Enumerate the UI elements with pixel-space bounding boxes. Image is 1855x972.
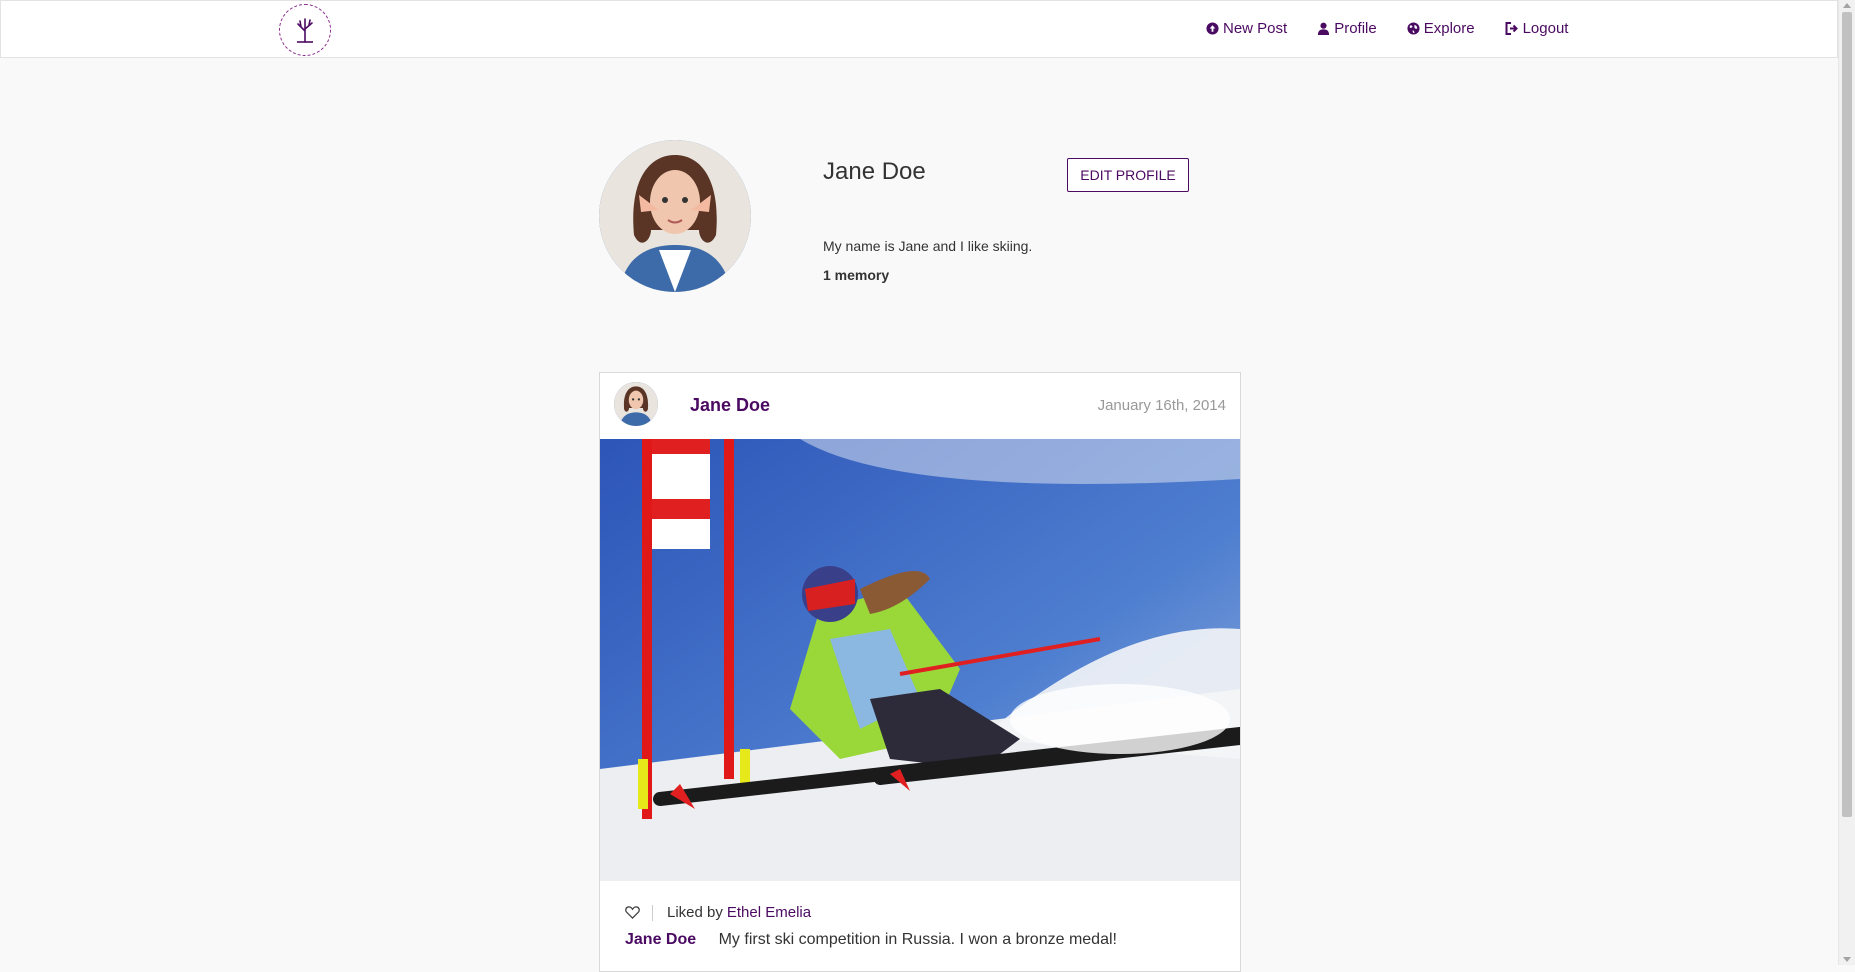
scrollbar-thumb[interactable] (1842, 12, 1852, 817)
post-header: Jane Doe January 16th, 2014 (600, 373, 1240, 440)
profile-avatar (599, 140, 751, 292)
likes-divider (652, 904, 653, 921)
caption-text: My first ski competition in Russia. I wo… (718, 931, 1117, 948)
liked-by-label: Liked by (667, 904, 723, 921)
tree-logo-icon[interactable] (279, 4, 331, 56)
nav-logout[interactable]: Logout (1505, 20, 1569, 37)
scroll-down-arrow-icon[interactable] (1843, 957, 1851, 962)
scroll-up-arrow-icon[interactable] (1843, 3, 1851, 8)
nav-profile-label: Profile (1334, 20, 1377, 37)
profile-bio: My name is Jane and I like skiing. (823, 238, 1033, 254)
post-author-name[interactable]: Jane Doe (690, 395, 770, 416)
post-date: January 16th, 2014 (1097, 397, 1226, 414)
memory-count: 1 memory (823, 267, 890, 283)
page-scrollbar[interactable] (1838, 0, 1855, 965)
post-caption: Jane Doe My first ski competition in Rus… (625, 931, 1117, 949)
caption-author-link[interactable]: Jane Doe (625, 931, 696, 948)
profile-name: Jane Doe (823, 158, 926, 185)
heart-icon[interactable] (625, 906, 640, 919)
globe-icon (1407, 22, 1420, 35)
nav-profile[interactable]: Profile (1317, 20, 1377, 37)
nav-explore[interactable]: Explore (1407, 20, 1475, 37)
user-icon (1318, 22, 1330, 35)
post-photo[interactable] (600, 439, 1240, 881)
post-card: Jane Doe January 16th, 2014 Liked by Eth… (599, 372, 1241, 972)
edit-profile-button[interactable]: EDIT PROFILE (1067, 158, 1189, 192)
nav-links: New Post Profile Explore Logout (1206, 20, 1598, 37)
nav-new-post[interactable]: New Post (1206, 20, 1287, 37)
nav-explore-label: Explore (1423, 20, 1475, 37)
nav-new-post-label: New Post (1223, 20, 1288, 37)
upload-circle-icon (1206, 22, 1219, 35)
nav-logout-label: Logout (1522, 20, 1569, 37)
post-author-avatar[interactable] (614, 382, 658, 426)
top-navbar: New Post Profile Explore Logout (0, 0, 1838, 58)
logout-icon (1505, 22, 1518, 35)
likes-row: Liked by Ethel Emelia (625, 904, 811, 921)
liked-by-user-link[interactable]: Ethel Emelia (727, 904, 811, 921)
